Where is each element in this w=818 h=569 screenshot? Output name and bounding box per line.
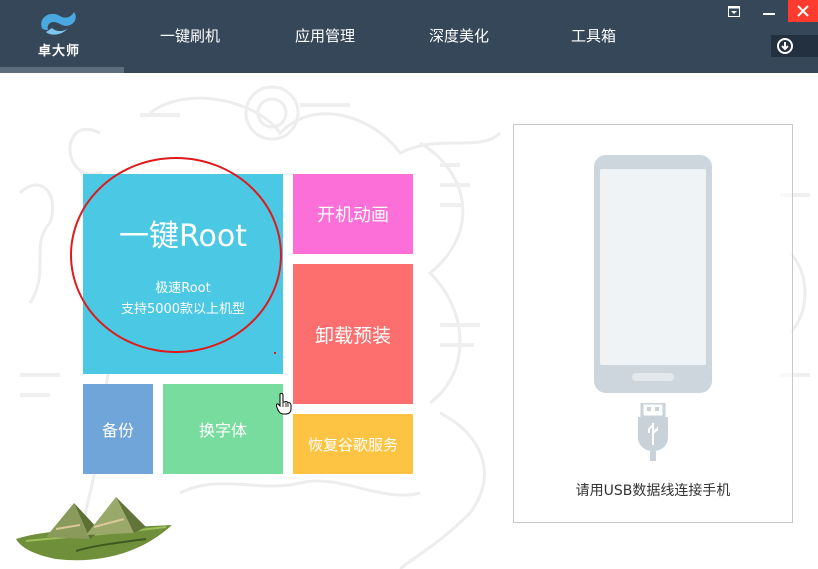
change-font-tile[interactable]: 换字体 <box>163 384 283 474</box>
minimize-icon <box>763 13 775 15</box>
dropdown-menu-icon <box>728 5 740 17</box>
device-connection-panel: 请用USB数据线连接手机 <box>513 124 793 523</box>
close-button[interactable] <box>788 0 818 22</box>
root-tile-device-support: 支持5000款以上机型 <box>120 302 246 317</box>
app-logo[interactable]: 卓大师 <box>28 6 90 62</box>
download-manager-button[interactable] <box>771 35 818 57</box>
nav-one-click-flash[interactable]: 一键刷机 <box>160 25 220 46</box>
connect-phone-hint: 请用USB数据线连接手机 <box>575 483 731 499</box>
window-menu-button[interactable] <box>724 0 744 22</box>
boot-animation-tile[interactable]: 开机动画 <box>293 174 413 254</box>
one-click-root-tile[interactable]: 一键Root 极速Root 支持5000款以上机型 <box>83 174 283 374</box>
zongzi-decoration-icon <box>16 497 172 561</box>
nav-deep-beautify[interactable]: 深度美化 <box>429 25 489 46</box>
usb-cable-icon <box>638 403 668 461</box>
highlight-dot <box>274 352 276 354</box>
logo-text: 卓大师 <box>37 44 80 59</box>
close-icon <box>797 5 809 17</box>
hand-cursor-icon <box>276 393 292 415</box>
title-bar: 卓大师 一键刷机 应用管理 深度美化 工具箱 <box>0 0 818 73</box>
root-tile-subtitle: 极速Root <box>155 281 211 296</box>
backup-tile[interactable]: 备份 <box>83 384 153 474</box>
uninstall-preinstalled-tile[interactable]: 卸载预装 <box>293 264 413 404</box>
logo-icon <box>41 12 76 35</box>
phone-icon <box>594 155 712 393</box>
download-icon <box>777 38 793 54</box>
root-tile-title: 一键Root <box>119 219 247 254</box>
nav-app-management[interactable]: 应用管理 <box>295 25 355 46</box>
nav-toolbox[interactable]: 工具箱 <box>571 25 616 46</box>
minimize-button[interactable] <box>758 0 780 22</box>
restore-google-services-tile[interactable]: 恢复谷歌服务 <box>293 414 413 474</box>
